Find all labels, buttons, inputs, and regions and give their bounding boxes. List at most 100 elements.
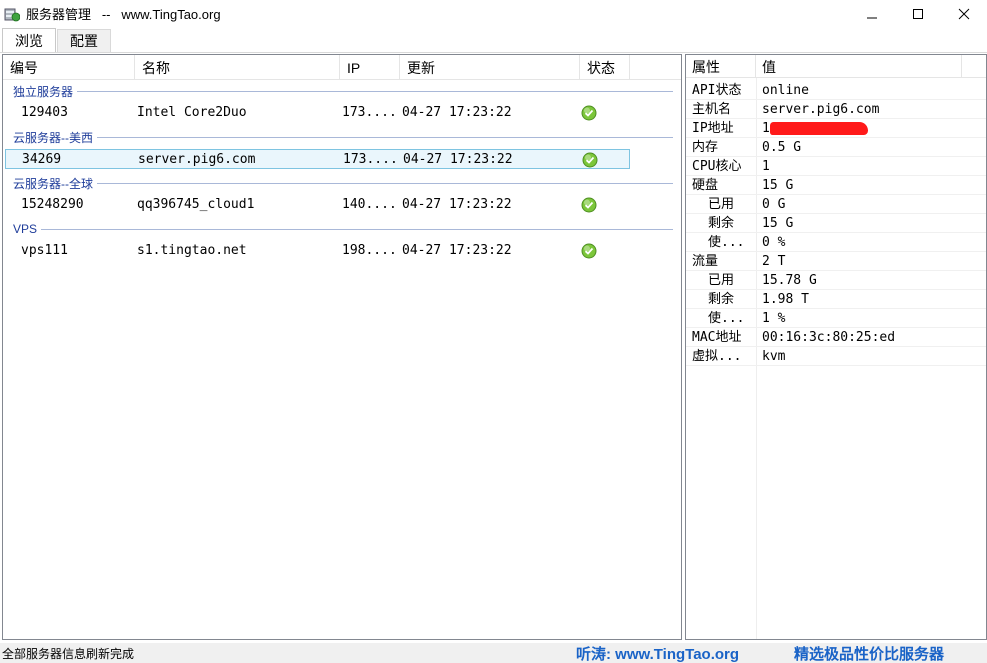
group-label: 独立服务器 (13, 84, 74, 99)
property-row[interactable]: IP地址 1 (686, 119, 986, 138)
property-row[interactable]: 虚拟... kvm (686, 347, 986, 366)
group-header: 独立服务器 (13, 83, 673, 99)
property-key: 流量 (692, 254, 719, 269)
maximize-button[interactable] (895, 0, 941, 27)
column-header-id[interactable]: 编号 (3, 55, 135, 80)
group-divider (97, 183, 673, 184)
property-value: 1 (762, 159, 770, 174)
property-value: 0 % (762, 235, 786, 250)
cell-id: vps111 (21, 243, 68, 258)
property-key: 已用 (708, 273, 735, 288)
redaction-mark (770, 122, 868, 135)
group-header: VPS (13, 221, 673, 237)
minimize-icon (867, 17, 877, 18)
property-row[interactable]: MAC地址 00:16:3c:80:25:ed (686, 328, 986, 347)
property-row[interactable]: 内存 0.5 G (686, 138, 986, 157)
tab-strip: 浏览 配置 (0, 27, 987, 53)
server-list-header: 编号 名称 IP 更新 状态 (3, 55, 681, 80)
cell-updated: 04-27 17:23:22 (402, 105, 512, 120)
property-key: 内存 (692, 140, 719, 155)
property-key: 使... (708, 311, 745, 326)
property-row[interactable]: 使... 0 % (686, 233, 986, 252)
table-row[interactable]: vps111 s1.tingtao.net 198.... 04-27 17:2… (5, 241, 630, 261)
cell-name: s1.tingtao.net (137, 243, 247, 258)
status-bar: 全部服务器信息刷新完成 听涛: www.TingTao.org 精选极品性价比服… (0, 643, 987, 663)
group-label: 云服务器--全球 (13, 176, 93, 191)
property-key: 已用 (708, 197, 735, 212)
group-header: 云服务器--全球 (13, 175, 673, 191)
check-circle-icon (581, 105, 597, 121)
cell-name: qq396745_cloud1 (137, 197, 255, 212)
property-key: 使... (708, 235, 745, 250)
property-row[interactable]: CPU核心 1 (686, 157, 986, 176)
table-row-selected[interactable]: 34269 server.pig6.com 173.... 04-27 17:2… (5, 149, 630, 169)
tab-browse[interactable]: 浏览 (2, 28, 56, 52)
property-key: 虚拟... (692, 349, 742, 364)
property-row[interactable]: 剩余 15 G (686, 214, 986, 233)
tab-config[interactable]: 配置 (57, 29, 111, 52)
cell-name: Intel Core2Duo (137, 105, 247, 120)
property-key: 主机名 (692, 102, 732, 117)
brand-slogan[interactable]: 精选极品性价比服务器 (794, 643, 944, 663)
column-header-status[interactable]: 状态 (580, 55, 630, 80)
properties-panel[interactable]: 属性 值 API状态 online 主机名 server.pig6.com IP… (685, 54, 987, 640)
table-row[interactable]: 129403 Intel Core2Duo 173.... 04-27 17:2… (5, 103, 630, 123)
property-key: 硬盘 (692, 178, 719, 193)
cell-ip: 173.... (342, 105, 397, 120)
title-bar: 服务器管理 -- www.TingTao.org (0, 0, 987, 27)
property-row[interactable]: API状态 online (686, 81, 986, 100)
property-value: online (762, 83, 809, 98)
maximize-icon (913, 8, 923, 19)
property-key: MAC地址 (692, 330, 742, 345)
server-list[interactable]: 编号 名称 IP 更新 状态 独立服务器 129403 Intel Core2D… (2, 54, 682, 640)
check-circle-icon (581, 197, 597, 213)
brand-link[interactable]: 听涛: www.TingTao.org (576, 643, 739, 663)
property-row[interactable]: 已用 15.78 G (686, 271, 986, 290)
property-value: 15 G (762, 178, 794, 193)
column-header-ip[interactable]: IP (340, 55, 400, 80)
column-header-updated[interactable]: 更新 (400, 55, 580, 80)
close-icon (958, 8, 970, 19)
cell-ip: 140.... (342, 197, 397, 212)
property-row[interactable]: 剩余 1.98 T (686, 290, 986, 309)
status-message: 全部服务器信息刷新完成 (2, 647, 135, 661)
property-row[interactable]: 使... 1 % (686, 309, 986, 328)
group-header: 云服务器--美西 (13, 129, 673, 145)
property-value: 1 % (762, 311, 786, 326)
cell-updated: 04-27 17:23:22 (402, 197, 512, 212)
close-button[interactable] (941, 0, 987, 27)
property-row[interactable]: 流量 2 T (686, 252, 986, 271)
minimize-button[interactable] (849, 0, 895, 27)
cell-updated: 04-27 17:23:22 (402, 243, 512, 258)
property-value: 00:16:3c:80:25:ed (762, 330, 896, 345)
group-divider (97, 137, 673, 138)
cell-id: 15248290 (21, 197, 84, 212)
column-header-value[interactable]: 值 (756, 55, 962, 78)
property-key: 剩余 (708, 292, 735, 307)
property-value: 0.5 G (762, 140, 802, 155)
cell-id: 129403 (21, 105, 68, 120)
group-divider (77, 91, 673, 92)
property-value: kvm (762, 349, 786, 364)
window-controls (849, 0, 987, 27)
property-value: 15.78 G (762, 273, 817, 288)
property-row[interactable]: 主机名 server.pig6.com (686, 100, 986, 119)
property-row[interactable]: 硬盘 15 G (686, 176, 986, 195)
check-circle-icon (581, 243, 597, 259)
property-key: IP地址 (692, 121, 734, 136)
property-key: API状态 (692, 83, 742, 98)
column-header-property[interactable]: 属性 (686, 55, 756, 78)
table-row[interactable]: 15248290 qq396745_cloud1 140.... 04-27 1… (5, 195, 630, 215)
property-value: 15 G (762, 216, 794, 231)
column-header-name[interactable]: 名称 (135, 55, 340, 80)
group-label: 云服务器--美西 (13, 130, 93, 145)
group-divider (41, 229, 673, 230)
check-circle-icon (582, 152, 598, 168)
window-title: 服务器管理 -- www.TingTao.org (26, 7, 221, 22)
property-row[interactable]: 已用 0 G (686, 195, 986, 214)
group-label: VPS (13, 222, 38, 236)
property-value: server.pig6.com (762, 102, 880, 117)
property-value: 1.98 T (762, 292, 809, 307)
property-value: 2 T (762, 254, 786, 269)
property-key: CPU核心 (692, 159, 742, 174)
